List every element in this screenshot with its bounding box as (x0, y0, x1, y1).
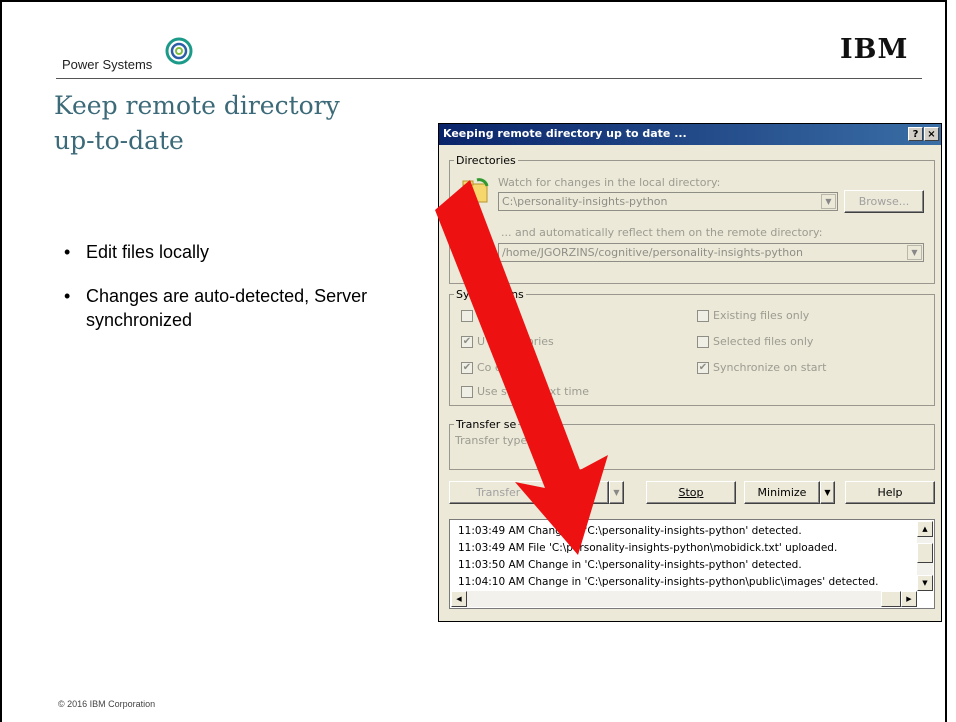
help-title-button[interactable]: ? (908, 127, 923, 141)
chevron-down-icon[interactable]: ▼ (609, 481, 624, 504)
synchronize-on-start-label: Synchronize on start (713, 361, 827, 374)
horizontal-scrollbar[interactable]: ◀ ▶ (451, 591, 917, 607)
browse-button[interactable]: Browse... (844, 190, 924, 213)
option-label: iles (477, 309, 496, 322)
ibm-logo: IBM (840, 34, 909, 65)
option-checkbox[interactable] (461, 386, 473, 398)
option-label: U bdirectories (477, 335, 554, 348)
remote-directory-value: /home/JGORZINS/cognitive/personality-ins… (502, 246, 803, 259)
scroll-thumb[interactable] (917, 543, 933, 563)
option-label: Use s ions next time (477, 385, 589, 398)
selected-files-only-checkbox[interactable] (697, 336, 709, 348)
sync-dialog: Keeping remote directory up to date ... … (438, 123, 942, 622)
bullet-list: Edit files locally Changes are auto-dete… (64, 240, 416, 352)
scroll-down-icon[interactable]: ▼ (917, 575, 933, 591)
scroll-up-icon[interactable]: ▲ (917, 521, 933, 537)
close-icon[interactable]: × (924, 127, 939, 141)
selected-files-only-label: Selected files only (713, 335, 814, 348)
existing-files-only-checkbox[interactable] (697, 310, 709, 322)
slide-title: Keep remote directory up-to-date (54, 91, 340, 155)
vertical-scrollbar[interactable]: ▲ ▼ (917, 521, 933, 591)
help-button[interactable]: Help (845, 481, 935, 504)
log-list[interactable]: 11:03:49 AM Change in 'C:\personality-in… (449, 519, 935, 609)
bullet-item: Edit files locally (64, 240, 416, 264)
log-entry: 11:03:50 AM Change in 'C:\personality-in… (458, 559, 802, 571)
option-label: Co error (477, 361, 522, 374)
log-entry: 11:04:10 AM Change in 'C:\personality-in… (458, 576, 879, 588)
scroll-left-icon[interactable]: ◀ (451, 591, 467, 607)
header-rule (56, 78, 922, 79)
stop-button[interactable]: Stop (646, 481, 736, 504)
chevron-down-icon[interactable]: ▼ (821, 194, 836, 209)
log-entry: 11:03:49 AM File 'C:\personality-insight… (458, 542, 838, 554)
option-checkbox[interactable] (461, 310, 473, 322)
bullet-item: Changes are auto-detected, Server synchr… (64, 284, 416, 332)
remote-directory-label: ... and automatically reflect them on th… (501, 226, 823, 239)
brand-label: Power Systems (62, 57, 153, 72)
scroll-thumb[interactable] (881, 591, 901, 607)
scroll-right-icon[interactable]: ▶ (901, 591, 917, 607)
sync-options-group-label: Sy e options (454, 288, 526, 301)
existing-files-only-label: Existing files only (713, 309, 810, 322)
chevron-down-icon[interactable]: ▼ (907, 245, 922, 260)
minimize-button[interactable]: Minimize (744, 481, 820, 504)
synchronize-on-start-checkbox[interactable]: ✔ (697, 362, 709, 374)
local-directory-field[interactable]: C:\personality-insights-python ▼ (498, 192, 838, 211)
transfer-settings-group: Transfer se (449, 418, 935, 470)
local-directory-value: C:\personality-insights-python (502, 195, 668, 208)
dialog-titlebar: Keeping remote directory up to date ... … (439, 124, 941, 145)
copyright: © 2016 IBM Corporation (58, 699, 156, 709)
local-directory-label: Watch for changes in the local directory… (498, 176, 721, 189)
remote-directory-field[interactable]: /home/JGORZINS/cognitive/personality-ins… (498, 243, 924, 262)
log-entry: 11:03:49 AM Change in 'C:\personality-in… (458, 525, 802, 537)
transfer-settings-button[interactable]: Transfer (449, 481, 609, 504)
power-systems-logo-icon (165, 37, 193, 65)
chevron-down-icon[interactable]: ▼ (820, 481, 835, 504)
folder-sync-icon (462, 178, 489, 203)
directories-group-label: Directories (454, 154, 518, 167)
transfer-settings-group-label: Transfer se (454, 418, 519, 431)
option-checkbox[interactable]: ✔ (461, 362, 473, 374)
transfer-type-label: Transfer type (455, 434, 528, 447)
dialog-title: Keeping remote directory up to date ... (443, 127, 687, 140)
option-checkbox[interactable]: ✔ (461, 336, 473, 348)
